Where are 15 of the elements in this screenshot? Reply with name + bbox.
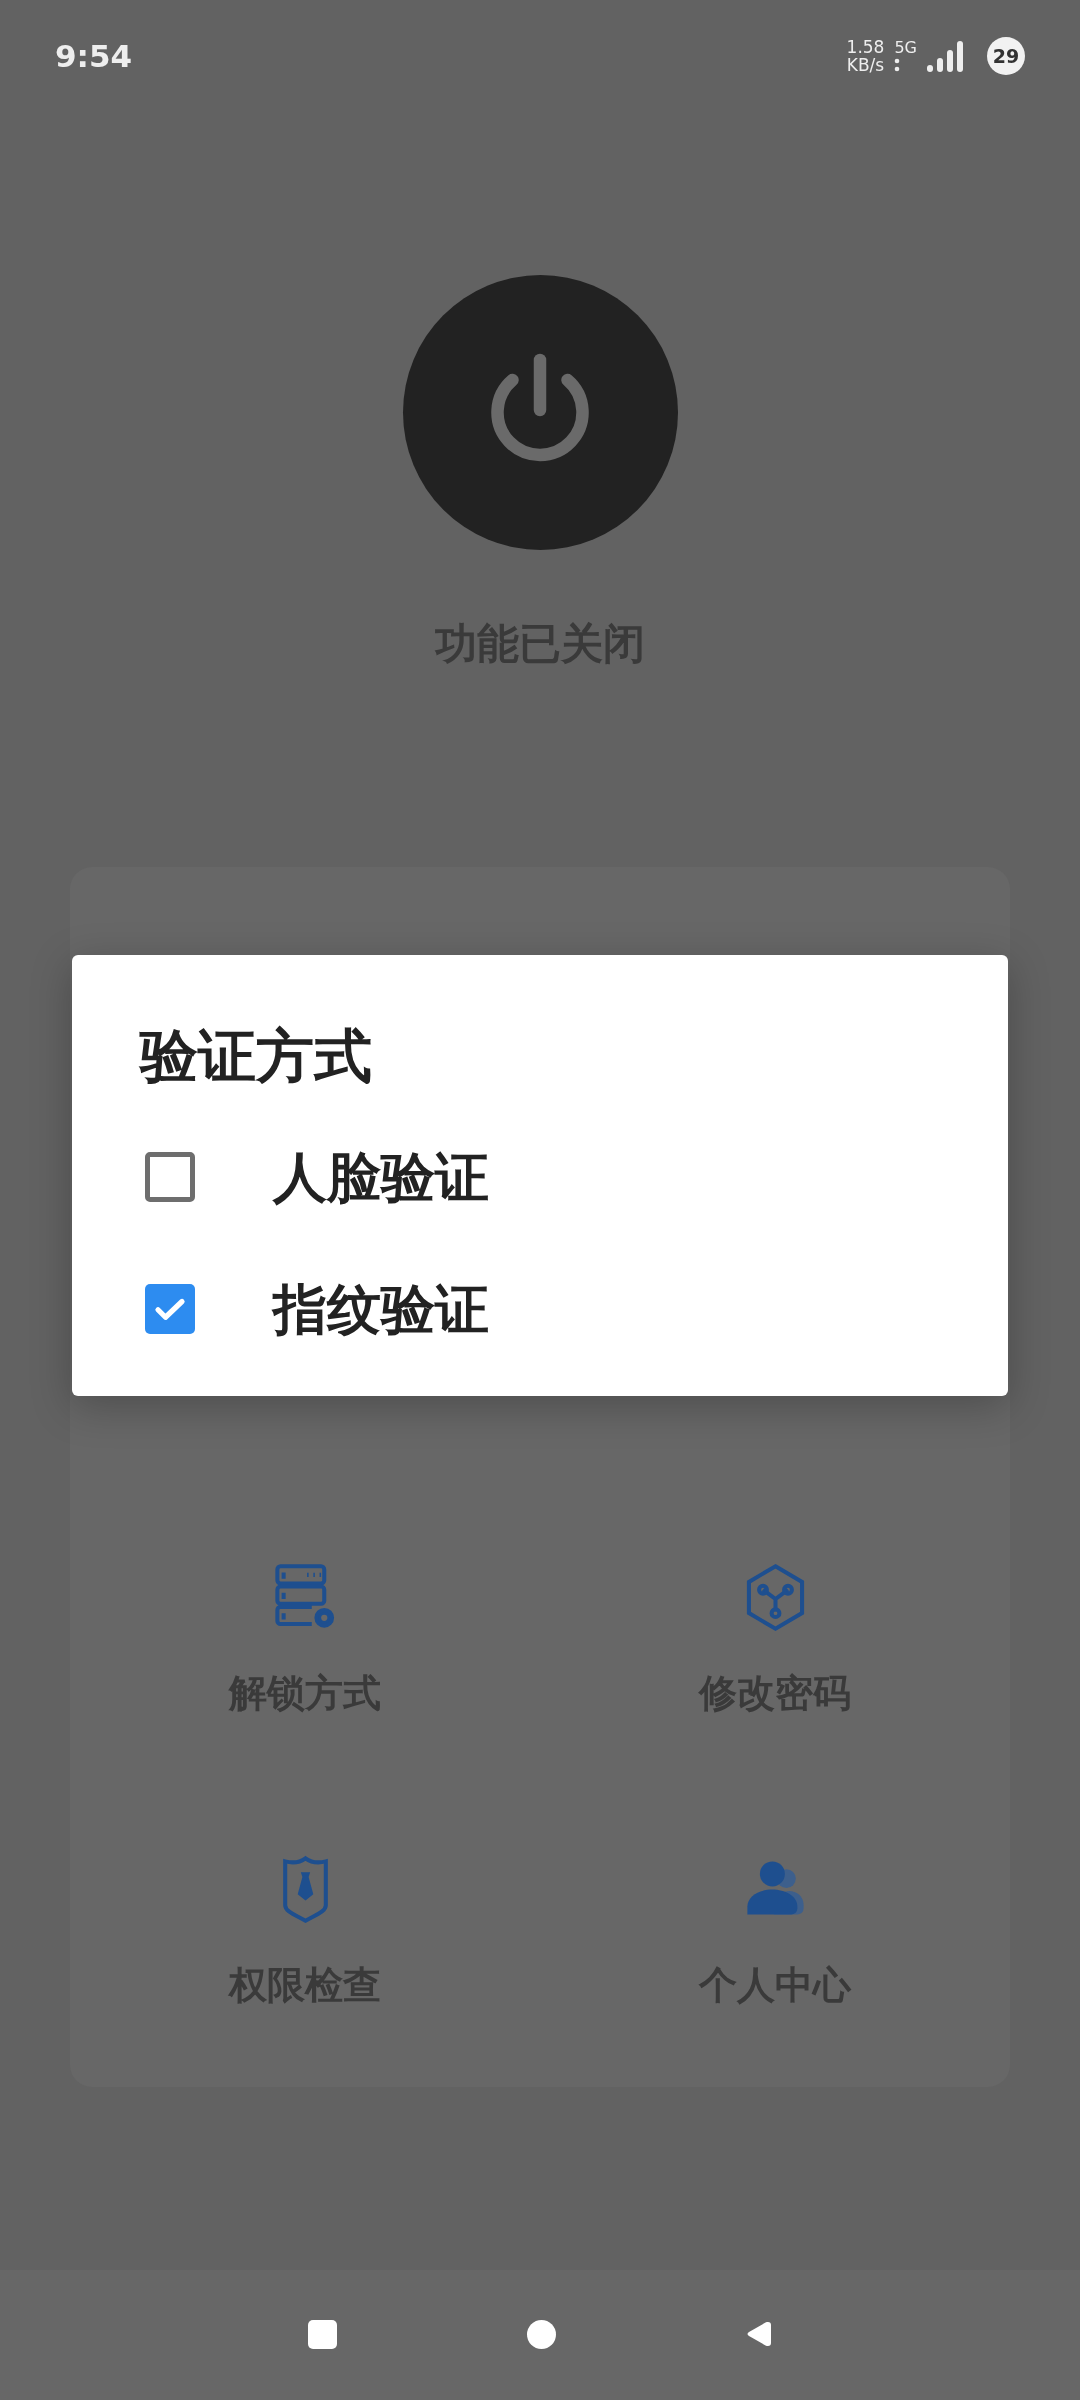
data-dots-icon <box>894 57 901 73</box>
signal-icon <box>927 39 963 73</box>
recents-button[interactable] <box>308 2319 337 2349</box>
clock: 9:54 <box>55 36 133 76</box>
home-button[interactable] <box>527 2319 556 2349</box>
option-label[interactable]: 指纹验证 <box>273 1268 489 1350</box>
checkbox[interactable] <box>145 1284 195 1334</box>
option-label[interactable]: 人脸验证 <box>273 1136 489 1218</box>
network-speed: 1.58 <box>846 38 885 56</box>
network-type: 5G <box>894 39 917 57</box>
checkbox[interactable] <box>145 1152 195 1202</box>
back-icon[interactable] <box>746 2320 772 2348</box>
dialog-title: 验证方式 <box>140 1021 373 1091</box>
speed-unit: KB/s <box>846 56 885 74</box>
battery-badge: 29 <box>987 37 1025 75</box>
